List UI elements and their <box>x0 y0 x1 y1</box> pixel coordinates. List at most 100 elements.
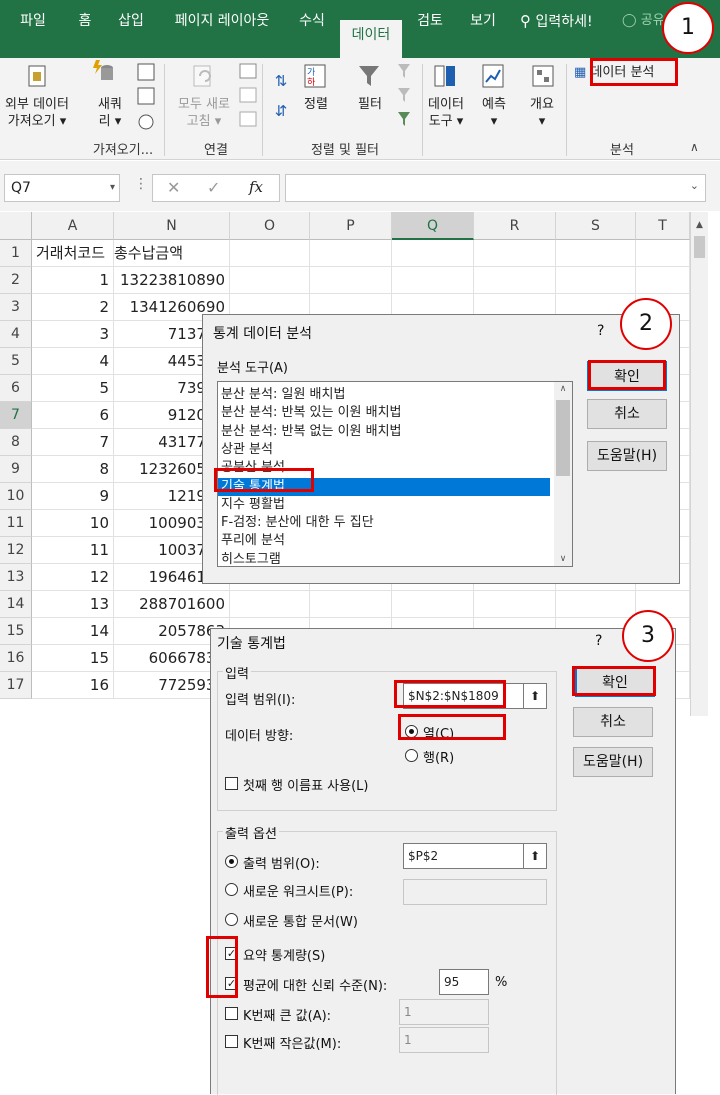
input-range-field[interactable]: $N$2:$N$1809 <box>403 683 529 709</box>
get-external-data-button[interactable]: 외부 데이터 가져오기 ▾ <box>0 96 74 130</box>
cell-a[interactable]: 6 <box>32 402 114 429</box>
cell-empty[interactable] <box>310 240 392 267</box>
row-header[interactable]: 4 <box>0 321 32 348</box>
new-worksheet-label[interactable]: 새로운 워크시트(P): <box>243 881 353 900</box>
row-header[interactable]: 11 <box>0 510 32 537</box>
cell-empty[interactable] <box>310 591 392 618</box>
help-icon[interactable]: ? <box>595 633 602 649</box>
row-header[interactable]: 10 <box>0 483 32 510</box>
tab-page-layout[interactable]: 페이지 레이아웃 <box>160 0 284 58</box>
sort-button[interactable]: 정렬 <box>296 96 336 113</box>
row-header[interactable]: 2 <box>0 267 32 294</box>
cell-empty[interactable] <box>474 591 556 618</box>
row-header[interactable]: 3 <box>0 294 32 321</box>
column-header[interactable]: P <box>310 212 392 240</box>
cell-empty[interactable] <box>636 267 690 294</box>
cell-empty[interactable] <box>310 267 392 294</box>
row-header[interactable]: 8 <box>0 429 32 456</box>
formula-input[interactable]: ⌄ <box>285 174 706 202</box>
column-header[interactable]: O <box>230 212 310 240</box>
tab-data[interactable]: 데이터 <box>340 20 402 58</box>
scrollbar-thumb[interactable] <box>694 236 705 258</box>
row-header[interactable]: 14 <box>0 591 32 618</box>
row-header[interactable]: 6 <box>0 375 32 402</box>
confidence-level-label[interactable]: 평균에 대한 신뢰 수준(N): <box>243 975 387 994</box>
kth-largest-label[interactable]: K번째 큰 값(A): <box>243 1005 331 1024</box>
row-header[interactable]: 12 <box>0 537 32 564</box>
analysis-tool-item[interactable]: 분산 분석: 반복 있는 이원 배치법 <box>218 404 550 422</box>
confidence-level-checkbox[interactable]: ✓ <box>225 977 238 990</box>
chevron-down-icon[interactable]: ▾ <box>110 175 115 201</box>
row-header[interactable]: 9 <box>0 456 32 483</box>
column-header[interactable]: A <box>32 212 114 240</box>
list-scrollbar[interactable]: ∧ ∨ <box>554 382 572 566</box>
first-row-labels-checkbox[interactable] <box>225 777 238 790</box>
row-header[interactable]: 17 <box>0 672 32 699</box>
collapse-dialog-icon[interactable]: ⬆ <box>523 683 547 709</box>
cell-a[interactable]: 3 <box>32 321 114 348</box>
kth-smallest-checkbox[interactable] <box>225 1035 238 1048</box>
sort-ascending-icon[interactable]: ⇅ ⇵ <box>270 66 292 136</box>
analysis-tool-item[interactable]: 분산 분석: 반복 없는 이원 배치법 <box>218 423 550 441</box>
column-header[interactable]: R <box>474 212 556 240</box>
tab-review[interactable]: 검토 <box>408 0 452 58</box>
cell-a[interactable]: 2 <box>32 294 114 321</box>
cell-a[interactable]: 15 <box>32 645 114 672</box>
summary-statistics-checkbox[interactable]: ✓ <box>225 947 238 960</box>
cell-n[interactable]: 288701600 <box>114 591 230 618</box>
filter-button[interactable]: 필터 <box>348 96 392 113</box>
column-header[interactable]: N <box>114 212 230 240</box>
help-button[interactable]: 도움말(H) <box>587 441 667 471</box>
cell-empty[interactable] <box>392 267 474 294</box>
row-header[interactable]: 1 <box>0 240 32 267</box>
tab-formulas[interactable]: 수식 <box>288 0 336 58</box>
column-header-selected[interactable]: Q <box>392 212 474 240</box>
confidence-level-field[interactable]: 95 <box>439 969 489 995</box>
direction-column-radio[interactable] <box>405 725 418 738</box>
cancel-button[interactable]: 취소 <box>573 707 653 737</box>
select-all-corner[interactable] <box>0 212 32 240</box>
output-range-radio[interactable] <box>225 855 238 868</box>
column-header[interactable]: T <box>636 212 690 240</box>
cell-empty[interactable] <box>556 240 636 267</box>
first-row-labels-label[interactable]: 첫째 행 이름표 사용(L) <box>243 775 368 794</box>
cell-n[interactable]: 총수납금액 <box>114 240 230 267</box>
new-worksheet-field[interactable] <box>403 879 547 905</box>
scroll-up-icon[interactable]: ▲ <box>691 220 708 230</box>
forecast-button[interactable]: 예측 ▾ <box>472 96 516 130</box>
cell-n[interactable]: 13223810890 <box>114 267 230 294</box>
enter-icon[interactable]: ✓ <box>207 178 220 197</box>
analysis-tool-item[interactable]: 공분산 분석 <box>218 459 550 477</box>
analysis-tool-item[interactable]: 지수 평활법 <box>218 496 550 514</box>
analysis-tool-item[interactable]: 분산 분석: 일원 배치법 <box>218 386 550 404</box>
cell-empty[interactable] <box>556 591 636 618</box>
cell-empty[interactable] <box>474 240 556 267</box>
cell-empty[interactable] <box>474 267 556 294</box>
cell-empty[interactable] <box>230 267 310 294</box>
row-header[interactable]: 16 <box>0 645 32 672</box>
cell-a[interactable]: 12 <box>32 564 114 591</box>
cancel-button[interactable]: 취소 <box>587 399 667 429</box>
collapse-dialog-icon[interactable]: ⬆ <box>523 843 547 869</box>
output-range-field[interactable]: $P$2 <box>403 843 543 869</box>
direction-row-radio[interactable] <box>405 749 418 762</box>
analysis-tool-item[interactable]: F-검정: 분산에 대한 두 집단 <box>218 514 550 532</box>
cell-empty[interactable] <box>636 240 690 267</box>
outline-button[interactable]: 개요 ▾ <box>520 96 564 130</box>
help-icon[interactable]: ? <box>597 323 604 339</box>
tell-me-search[interactable]: ⚲ 입력하세! <box>520 0 593 42</box>
analysis-tool-item[interactable]: 푸리에 분석 <box>218 532 550 550</box>
cancel-icon[interactable]: ✕ <box>167 178 180 197</box>
scrollbar-thumb[interactable] <box>556 400 570 476</box>
output-range-label[interactable]: 출력 범위(O): <box>243 853 320 872</box>
cell-a[interactable]: 8 <box>32 456 114 483</box>
cell-a[interactable]: 1 <box>32 267 114 294</box>
kth-smallest-label[interactable]: K번째 작은값(M): <box>243 1033 341 1052</box>
ok-button[interactable]: 확인 <box>575 667 655 697</box>
name-box[interactable]: Q7 ▾ <box>4 174 120 202</box>
cell-a[interactable]: 5 <box>32 375 114 402</box>
cell-a[interactable]: 11 <box>32 537 114 564</box>
tab-insert[interactable]: 삽입 <box>108 0 154 58</box>
cell-a[interactable]: 13 <box>32 591 114 618</box>
expand-formula-icon[interactable]: ⌄ <box>690 179 699 192</box>
